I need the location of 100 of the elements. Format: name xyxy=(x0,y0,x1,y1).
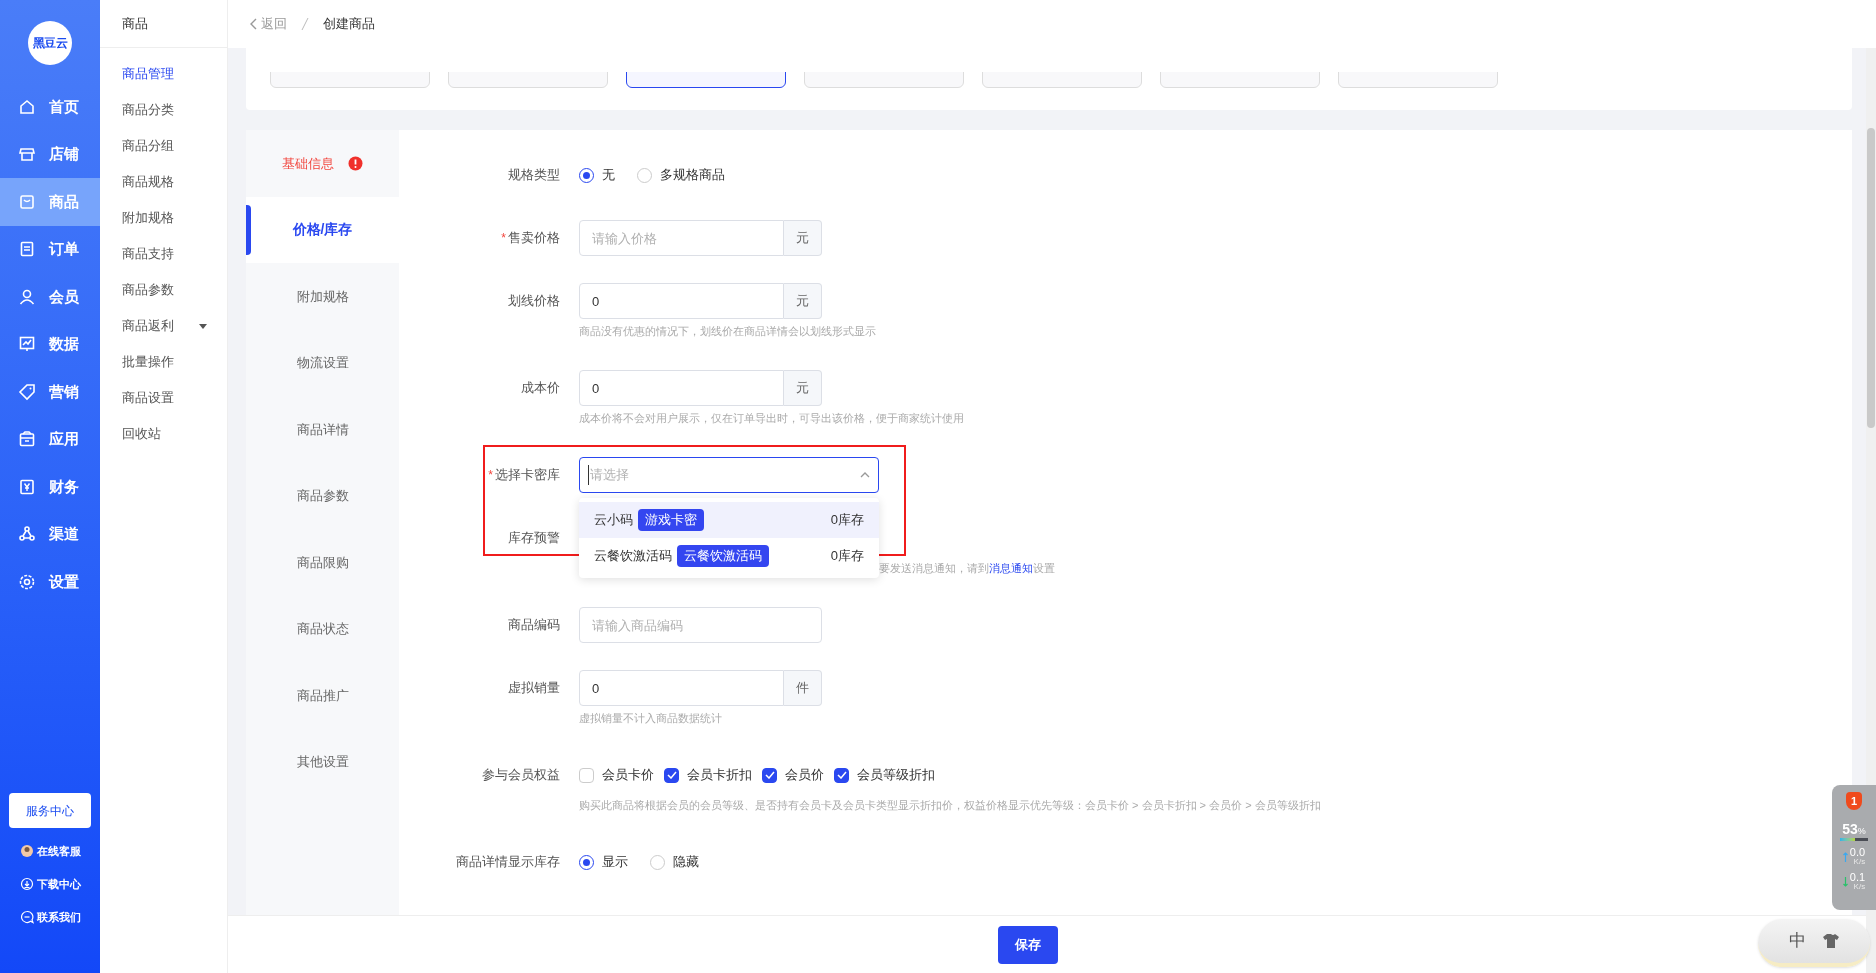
checkbox-option[interactable]: 会员卡价 xyxy=(579,765,654,785)
document-icon xyxy=(18,240,36,259)
checkbox-option[interactable]: 会员价 xyxy=(762,765,824,785)
check-icon xyxy=(764,771,775,779)
percent-unit: % xyxy=(1857,827,1866,836)
checkbox-option[interactable]: 会员卡折扣 xyxy=(664,765,752,785)
submenu-item[interactable]: 商品返利 xyxy=(100,308,227,344)
caret-down-icon xyxy=(199,323,207,329)
unit-label: 件 xyxy=(784,670,822,706)
nav-item[interactable]: 数据 xyxy=(0,320,100,368)
section-tab[interactable]: 附加规格 xyxy=(246,263,399,330)
text-input[interactable]: 请输入商品编码 xyxy=(579,607,822,643)
nav-item[interactable]: 订单 xyxy=(0,225,100,273)
submenu-item[interactable]: 商品分类 xyxy=(100,92,227,128)
service-center-button[interactable]: 服务中心 xyxy=(9,793,91,828)
hint-text: 商品没有优惠的情况下，划线价在商品详情会以划线形式显示 xyxy=(579,323,876,339)
network-rate: 0.0 xyxy=(1849,847,1866,858)
section-tab[interactable]: 商品限购 xyxy=(246,529,399,596)
error-icon xyxy=(348,155,363,171)
radio-option[interactable]: 无 xyxy=(579,165,615,185)
required-asterisk: * xyxy=(488,467,493,484)
chart-icon xyxy=(18,335,36,354)
chat-icon xyxy=(19,910,34,924)
sidebar-link[interactable]: 在线客服 xyxy=(19,840,81,862)
breadcrumb-current: 创建商品 xyxy=(323,15,375,34)
upload-arrow-icon xyxy=(1842,851,1848,862)
chevron-left-icon xyxy=(250,18,257,30)
radio-option[interactable]: 多规格商品 xyxy=(637,165,725,185)
section-tab[interactable]: 商品详情 xyxy=(246,396,399,463)
text-input[interactable]: 0 xyxy=(579,283,784,319)
user-icon xyxy=(18,287,36,306)
text-input[interactable]: 0 xyxy=(579,670,784,706)
hint-link[interactable]: 消息通知 xyxy=(989,559,1033,577)
nav-item[interactable]: 店铺 xyxy=(0,130,100,178)
tag-badge: 游戏卡密 xyxy=(638,509,704,531)
check-icon xyxy=(666,771,677,779)
field-label: 成本价 xyxy=(521,379,560,398)
box-icon xyxy=(18,430,36,449)
submenu-item[interactable]: 商品管理 xyxy=(100,56,227,92)
section-tab[interactable]: 基础信息 xyxy=(246,130,399,197)
submenu-item[interactable]: 商品参数 xyxy=(100,272,227,308)
submenu-item[interactable]: 回收站 xyxy=(100,416,227,452)
radio-option[interactable]: 隐藏 xyxy=(650,852,699,872)
section-tab[interactable]: 其他设置 xyxy=(246,728,399,795)
dropdown-option[interactable]: 云小码 游戏卡密 0库存 xyxy=(579,502,879,538)
section-tab[interactable]: 商品状态 xyxy=(246,595,399,662)
submenu-title: 商品 xyxy=(100,0,227,48)
submenu-item[interactable]: 批量操作 xyxy=(100,344,227,380)
alert-badge: 1 xyxy=(1846,792,1862,810)
sidebar-link[interactable]: 联系我们 xyxy=(19,906,81,928)
logo: 黑豆云 xyxy=(28,21,72,65)
shirt-icon xyxy=(1821,933,1840,949)
download-icon xyxy=(19,877,34,891)
field-label: 商品详情显示库存 xyxy=(456,853,560,872)
scrollbar-thumb[interactable] xyxy=(1867,128,1875,428)
field-label: 规格类型 xyxy=(508,166,560,185)
text-input[interactable]: 请输入价格 xyxy=(579,220,784,256)
unit-label: 元 xyxy=(784,220,822,256)
nav-item[interactable]: 营销 xyxy=(0,368,100,416)
network-icon xyxy=(18,525,36,544)
nav-item[interactable]: 财务 xyxy=(0,463,100,511)
nav-item[interactable]: 设置 xyxy=(0,558,100,606)
hint-text: 购买此商品将根据会员的会员等级、是否持有会员卡及会员卡类型显示折扣价，权益价格显示优先等级：会员卡价 > 会员卡折扣 > 会员价 > 会员等级折扣 xyxy=(579,797,1321,813)
hint-text: 成本价将不会对用户展示，仅在订单导出时，可导出该价格，便于商家统计使用 xyxy=(579,410,964,426)
submenu-item[interactable]: 商品分组 xyxy=(100,128,227,164)
tag-badge: 云餐饮激活码 xyxy=(677,545,769,567)
field-label: 划线价格 xyxy=(508,292,560,311)
avatar-icon xyxy=(19,844,34,858)
hint-text: 虚拟销量不计入商品数据统计 xyxy=(579,710,723,726)
section-tab[interactable]: 商品参数 xyxy=(246,462,399,529)
nav-item[interactable]: 应用 xyxy=(0,415,100,463)
submenu-item[interactable]: 商品支持 xyxy=(100,236,227,272)
sidebar-link[interactable]: 下载中心 xyxy=(19,873,81,895)
input-method-bar[interactable]: 中 xyxy=(1758,919,1870,967)
cpu-percentage: 53 xyxy=(1842,822,1858,836)
submenu-item[interactable]: 商品规格 xyxy=(100,164,227,200)
nav-item[interactable]: 会员 xyxy=(0,273,100,321)
field-label: 售卖价格 xyxy=(508,229,560,248)
field-label: 库存预警 xyxy=(508,529,560,548)
breadcrumb-separator-icon xyxy=(301,17,309,31)
section-tab[interactable]: 价格/库存 xyxy=(246,196,399,263)
checkbox-option[interactable]: 会员等级折扣 xyxy=(834,765,935,785)
section-tab[interactable]: 商品推广 xyxy=(246,662,399,729)
unit-label: 元 xyxy=(784,370,822,406)
nav-item[interactable]: 首页 xyxy=(0,83,100,131)
field-label: 选择卡密库 xyxy=(495,466,560,485)
settings-icon xyxy=(18,572,36,591)
dropdown-option[interactable]: 云餐饮激活码 云餐饮激活码 0库存 xyxy=(579,538,879,574)
download-arrow-icon xyxy=(1842,876,1848,887)
nav-item[interactable]: 渠道 xyxy=(0,510,100,558)
save-button[interactable]: 保存 xyxy=(998,925,1058,964)
unit-label: 元 xyxy=(784,283,822,319)
home-icon xyxy=(18,97,36,116)
submenu-item[interactable]: 商品设置 xyxy=(100,380,227,416)
required-asterisk: * xyxy=(501,230,506,247)
radio-option[interactable]: 显示 xyxy=(579,852,628,872)
submenu-item[interactable]: 附加规格 xyxy=(100,200,227,236)
field-label: 参与会员权益 xyxy=(482,766,560,785)
section-tab[interactable]: 物流设置 xyxy=(246,329,399,396)
text-input[interactable]: 0 xyxy=(579,370,784,406)
